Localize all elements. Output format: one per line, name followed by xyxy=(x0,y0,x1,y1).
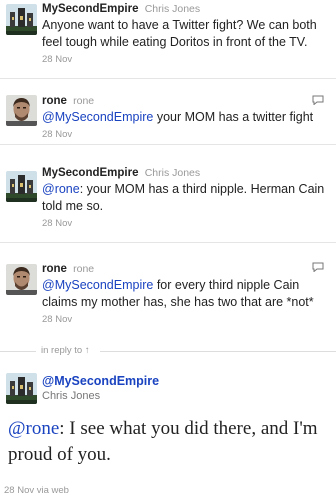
mention-link[interactable]: @rone xyxy=(8,418,59,439)
castle-avatar[interactable] xyxy=(6,373,37,404)
tweet-time[interactable]: 28 Nov xyxy=(42,314,328,325)
tweet-text-body: : your MOM has a third nipple. Herman Ca… xyxy=(42,182,325,213)
tweet-author-name[interactable]: rone xyxy=(42,263,67,275)
tweet-time[interactable]: 28 Nov xyxy=(42,218,328,229)
tweet-author-name[interactable]: rone xyxy=(42,95,67,107)
focused-author-name[interactable]: @MySecondEmpire xyxy=(42,374,159,388)
tweet-text: @MySecondEmpire your MOM has a twitter f… xyxy=(42,109,328,126)
man-avatar[interactable] xyxy=(6,264,37,295)
tweet-author-handle: Chris Jones xyxy=(144,3,201,15)
castle-avatar[interactable] xyxy=(6,4,37,35)
tweet-1[interactable]: MySecondEmpire Chris Jones Anyone want t… xyxy=(0,0,336,79)
tweet-text: @rone: your MOM has a third nipple. Herm… xyxy=(42,181,328,215)
divider-line xyxy=(0,351,36,352)
tweet-time[interactable]: 28 Nov xyxy=(42,54,328,65)
castle-avatar[interactable] xyxy=(6,171,37,202)
man-avatar[interactable] xyxy=(6,95,37,126)
focused-tweet-text: @rone: I see what you did there, and I'm… xyxy=(8,416,332,468)
focused-tweet-meta: 28 Nov via web xyxy=(4,485,69,496)
tweet-author-handle: rone xyxy=(73,95,95,107)
tweet-author-handle: rone xyxy=(73,263,95,275)
mention-link[interactable]: @MySecondEmpire xyxy=(42,278,153,292)
tweet-text-body: your MOM has a twitter fight xyxy=(153,110,314,124)
divider-line xyxy=(100,351,336,352)
mention-link[interactable]: @MySecondEmpire xyxy=(42,110,153,124)
tweet-time[interactable]: 28 Nov xyxy=(42,129,328,140)
in-reply-to-divider: in reply to ↑ xyxy=(0,341,336,361)
mention-link[interactable]: @rone xyxy=(42,182,80,196)
focused-author-subname: Chris Jones xyxy=(42,390,101,402)
tweet-author-name[interactable]: MySecondEmpire xyxy=(42,3,139,15)
in-reply-to-link[interactable]: in reply to ↑ xyxy=(41,345,90,356)
tweet-text: @MySecondEmpire for every third nipple C… xyxy=(42,277,328,311)
tweet-text: Anyone want to have a Twitter fight? We … xyxy=(42,18,317,49)
tweet-2[interactable]: rone rone @MySecondEmpire your MOM has a… xyxy=(0,79,336,145)
tweet-4[interactable]: rone rone @MySecondEmpire for every thir… xyxy=(0,243,336,341)
tweet-author-name[interactable]: MySecondEmpire xyxy=(42,167,139,179)
tweet-author-handle: Chris Jones xyxy=(144,167,201,179)
tweet-3[interactable]: MySecondEmpire Chris Jones @rone: your M… xyxy=(0,145,336,243)
